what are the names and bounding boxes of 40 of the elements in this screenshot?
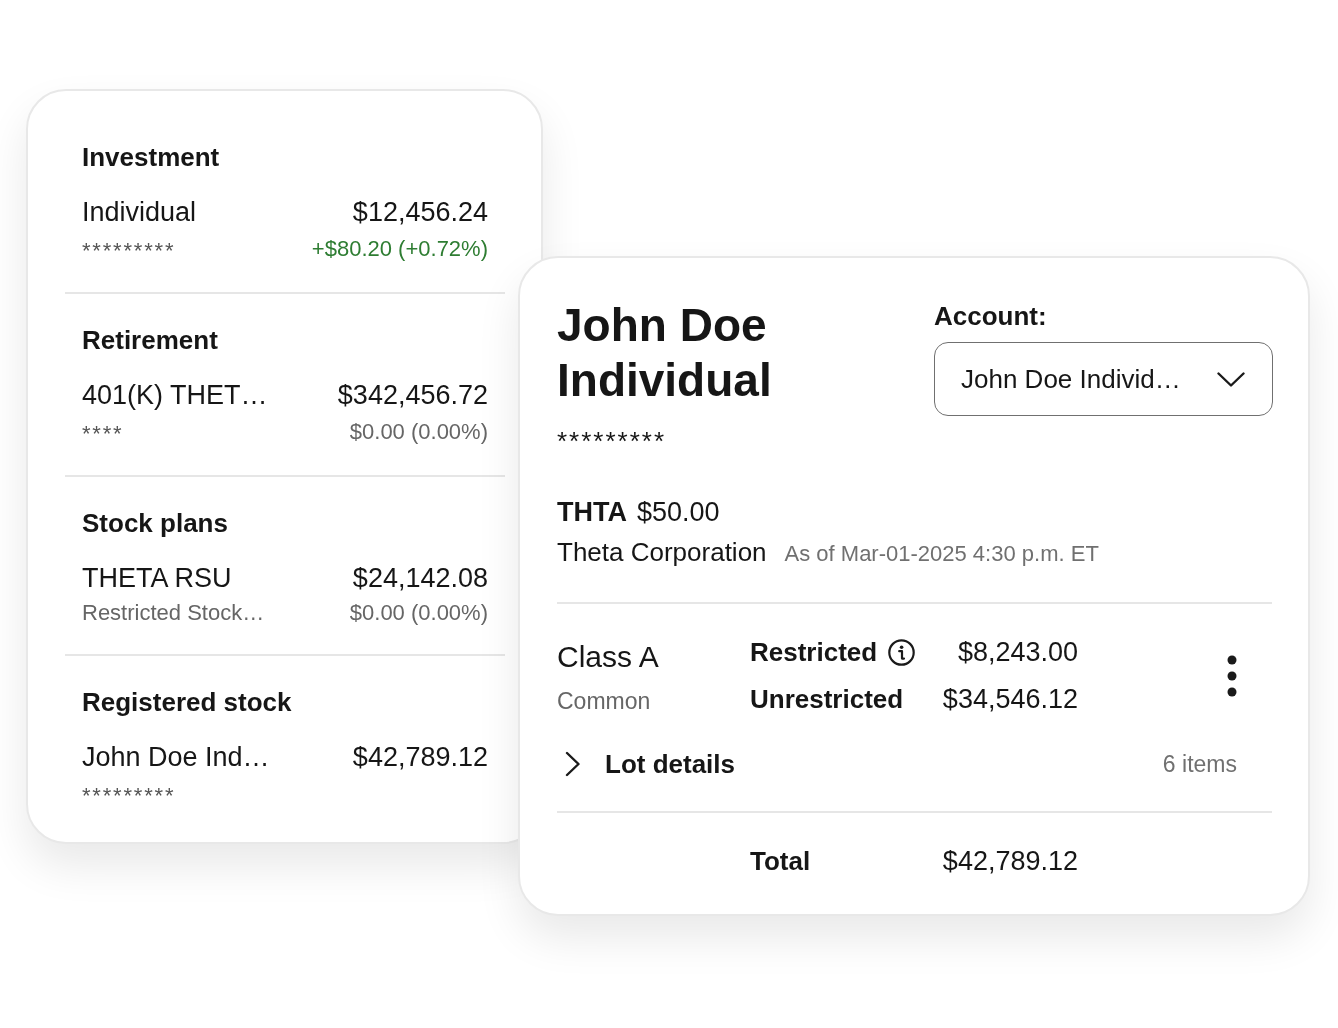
account-name: Individual [82,196,197,229]
account-title: John Doe Individual [557,298,773,408]
account-description: Restricted Stock… [82,599,265,627]
masked-account-number: ********* [82,237,176,265]
chevron-down-icon [1217,371,1245,387]
holding-label: Unrestricted [750,683,904,716]
account-balance: $12,456.24 [352,196,488,229]
holding-value: $34,546.12 [942,683,1078,716]
item-count: 6 items [1162,750,1237,778]
section-heading: Registered stock [82,686,292,719]
holding-value: $8,243.00 [957,636,1078,669]
section-heading: Stock plans [82,507,228,540]
lot-details-toggle[interactable]: Lot details [557,746,735,782]
section-heading: Investment [82,141,220,174]
account-balance: $342,456.72 [337,379,488,412]
quote-timestamp: As of Mar-01-2025 4:30 p.m. ET [784,540,1099,568]
share-class-type: Common [557,687,651,715]
balance-change: $0.00 (0.00%) [349,599,488,627]
share-price: $50.00 [637,496,720,529]
total-value: $42,789.12 [942,845,1078,878]
holding-label: Restricted [750,636,878,669]
total-label: Total [750,845,811,878]
balance-change: $0.00 (0.00%) [349,418,488,446]
ticker-symbol: THTA [557,496,627,529]
masked-account-number: **** [82,420,124,448]
account-dropdown[interactable]: John Doe Individ… [934,342,1273,416]
account-balance: $42,789.12 [352,741,488,774]
company-name: Theta Corporation [557,536,767,569]
account-balance: $24,142.08 [352,562,488,595]
balance-change: +$80.20 (+0.72%) [311,235,488,263]
account-name: 401(K) THET… [82,379,268,412]
account-name: THETA RSU [82,562,232,595]
account-name: John Doe Ind… [82,741,270,774]
masked-account-number: ********* [557,428,667,454]
field-label: Account: [934,300,1047,332]
kebab-menu-icon[interactable] [1227,654,1237,697]
masked-account-number: ********* [82,782,176,810]
section-heading: Retirement [82,324,218,357]
info-icon[interactable] [888,638,916,666]
share-class-name: Class A [557,639,659,675]
